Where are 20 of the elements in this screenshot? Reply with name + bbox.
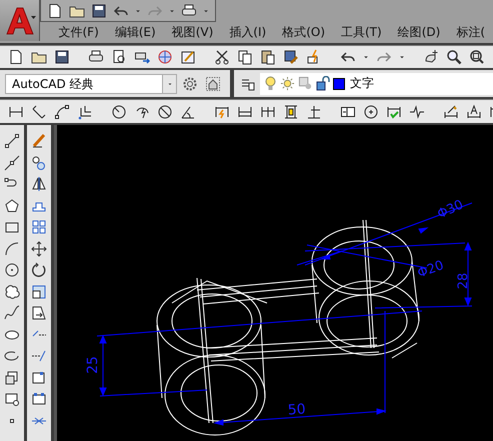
- application-menu-button[interactable]: [0, 0, 40, 41]
- viewport-icon: [298, 76, 313, 91]
- menu-item[interactable]: 视图(V): [164, 24, 222, 41]
- menu-item[interactable]: 工具(T): [333, 24, 390, 41]
- unlocked-padlock-icon: [316, 76, 330, 91]
- dimension-text: Φ30: [435, 197, 466, 222]
- sun-icon: [280, 76, 295, 91]
- menu-item[interactable]: 标注(: [448, 24, 493, 41]
- menu-item[interactable]: 文件(F): [50, 24, 107, 41]
- menu-item[interactable]: 编辑(E): [106, 24, 164, 41]
- lightbulb-icon: [264, 76, 277, 91]
- workspace-dropdown[interactable]: AutoCAD 经典: [5, 74, 177, 94]
- layer-dropdown[interactable]: 文字: [260, 72, 493, 94]
- menu-item[interactable]: 格式(O): [274, 24, 333, 41]
- dimension-text: Φ20: [416, 258, 446, 282]
- dimension-text: 50: [287, 401, 306, 419]
- menu-item[interactable]: 绘图(D): [390, 24, 448, 41]
- dimension-text: 25: [85, 356, 101, 374]
- dimension-text: 28: [456, 272, 471, 290]
- menu-item[interactable]: 插入(I): [221, 24, 274, 41]
